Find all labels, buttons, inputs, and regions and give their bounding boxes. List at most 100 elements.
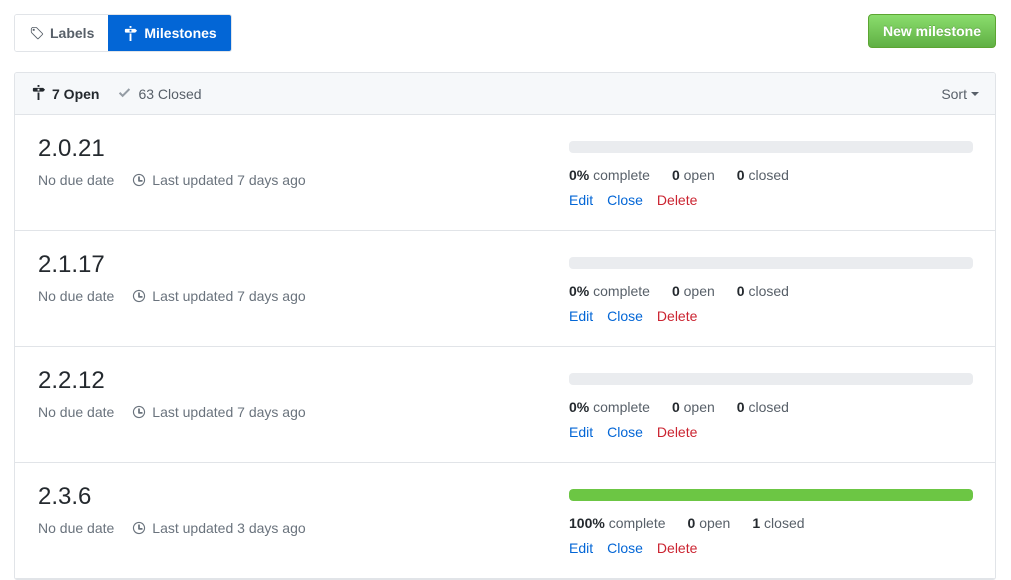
stat-closed-value: 1 <box>752 515 761 531</box>
stat-open-label: open <box>683 283 715 299</box>
stat-open-value: 0 <box>671 399 680 415</box>
milestone-title[interactable]: 2.0.21 <box>38 135 105 164</box>
stat-open: 0 open <box>688 515 731 531</box>
milestone-icon <box>31 84 46 103</box>
tag-icon <box>29 26 44 41</box>
close-milestone-link[interactable]: Close <box>607 540 643 556</box>
stat-closed-value: 0 <box>736 283 745 299</box>
stat-open-label: open <box>683 399 715 415</box>
milestone-meta: No due date Last updated 3 days ago <box>38 518 569 539</box>
milestone-due-date: No due date <box>38 403 115 420</box>
milestone-progress-area: 0% complete 0 open 0 closed Edit Close D… <box>569 251 979 324</box>
stat-open-label: open <box>699 515 731 531</box>
milestone-stats: 0% complete 0 open 0 closed <box>569 283 973 299</box>
milestone-actions: Edit Close Delete <box>569 192 973 208</box>
milestone-title[interactable]: 2.1.17 <box>38 251 105 280</box>
sort-label: Sort <box>941 85 967 102</box>
milestone-actions: Edit Close Delete <box>569 540 973 556</box>
milestone-meta: No due date Last updated 7 days ago <box>38 170 569 191</box>
close-milestone-link[interactable]: Close <box>607 308 643 324</box>
milestone-row: 2.0.21 No due date Last updated 7 days a… <box>15 115 995 231</box>
milestone-progress-area: 0% complete 0 open 0 closed Edit Close D… <box>569 135 979 208</box>
state-filters: 7 Open 63 Closed <box>31 84 202 103</box>
milestone-info: 2.2.12 No due date Last updated 7 days a… <box>31 367 569 423</box>
milestone-meta: No due date Last updated 7 days ago <box>38 402 569 423</box>
milestone-info: 2.0.21 No due date Last updated 7 days a… <box>31 135 569 191</box>
filter-open-milestones[interactable]: 7 Open <box>31 84 100 103</box>
edit-milestone-link[interactable]: Edit <box>569 308 593 324</box>
stat-open: 0 open <box>672 167 715 183</box>
milestone-due-date: No due date <box>38 287 115 304</box>
stat-open-value: 0 <box>671 283 680 299</box>
stat-open-value: 0 <box>671 167 680 183</box>
milestones-page: Labels Milestones New milestone 7 Open 6… <box>0 0 1011 580</box>
stat-closed-value: 0 <box>736 167 745 183</box>
milestone-progress-area: 0% complete 0 open 0 closed Edit Close D… <box>569 367 979 440</box>
stat-closed: 0 closed <box>737 283 789 299</box>
milestone-progress-area: 100% complete 0 open 1 closed Edit Close… <box>569 483 979 556</box>
edit-milestone-link[interactable]: Edit <box>569 424 593 440</box>
stat-complete-label: complete <box>608 515 666 531</box>
progress-bar-fill <box>569 489 973 501</box>
delete-milestone-link[interactable]: Delete <box>657 308 697 324</box>
filter-closed-milestones[interactable]: 63 Closed <box>117 85 202 103</box>
milestone-title[interactable]: 2.2.12 <box>38 367 105 396</box>
sort-dropdown[interactable]: Sort <box>941 86 979 102</box>
stat-complete: 0% complete <box>569 399 650 415</box>
progress-bar <box>569 257 973 269</box>
stat-closed-label: closed <box>748 399 789 415</box>
page-toolbar: Labels Milestones New milestone <box>14 14 996 54</box>
milestone-stats: 100% complete 0 open 1 closed <box>569 515 973 531</box>
milestones-list: 2.0.21 No due date Last updated 7 days a… <box>15 115 995 579</box>
milestone-last-updated: Last updated 7 days ago <box>152 287 306 304</box>
check-icon <box>117 85 132 103</box>
milestone-due-date: No due date <box>38 171 115 188</box>
milestone-row: 2.2.12 No due date Last updated 7 days a… <box>15 347 995 463</box>
progress-bar <box>569 141 973 153</box>
stat-complete-label: complete <box>593 399 650 415</box>
stat-complete-value: 0% <box>569 167 590 183</box>
milestone-icon <box>123 25 138 41</box>
tab-labels-label: Labels <box>50 25 95 41</box>
label-milestone-tabs: Labels Milestones <box>14 14 232 52</box>
stat-complete-value: 0% <box>569 283 590 299</box>
milestone-info: 2.1.17 No due date Last updated 7 days a… <box>31 251 569 307</box>
stat-complete: 0% complete <box>569 167 650 183</box>
chevron-down-icon <box>971 91 979 96</box>
new-milestone-button[interactable]: New milestone <box>867 14 996 48</box>
delete-milestone-link[interactable]: Delete <box>657 424 697 440</box>
stat-open: 0 open <box>672 399 715 415</box>
stat-closed: 1 closed <box>752 515 804 531</box>
milestones-container: 7 Open 63 Closed Sort 2.0.21 No due date… <box>14 72 996 580</box>
milestone-info: 2.3.6 No due date Last updated 3 days ag… <box>31 483 569 539</box>
stat-closed: 0 closed <box>737 399 789 415</box>
stat-complete-label: complete <box>593 283 650 299</box>
edit-milestone-link[interactable]: Edit <box>569 540 593 556</box>
stat-closed: 0 closed <box>737 167 789 183</box>
tab-labels[interactable]: Labels <box>15 15 109 51</box>
stat-open-value: 0 <box>687 515 696 531</box>
milestone-last-updated: Last updated 3 days ago <box>152 519 306 536</box>
filter-open-label: 7 Open <box>52 85 100 102</box>
milestone-actions: Edit Close Delete <box>569 424 973 440</box>
milestone-row: 2.3.6 No due date Last updated 3 days ag… <box>15 463 995 579</box>
progress-bar <box>569 489 973 501</box>
milestone-title[interactable]: 2.3.6 <box>38 483 91 512</box>
stat-complete-value: 0% <box>569 399 590 415</box>
close-milestone-link[interactable]: Close <box>607 192 643 208</box>
delete-milestone-link[interactable]: Delete <box>657 540 697 556</box>
milestone-meta: No due date Last updated 7 days ago <box>38 286 569 307</box>
delete-milestone-link[interactable]: Delete <box>657 192 697 208</box>
stat-complete-label: complete <box>593 167 650 183</box>
close-milestone-link[interactable]: Close <box>607 424 643 440</box>
tab-milestones[interactable]: Milestones <box>108 15 231 51</box>
clock-icon <box>132 405 146 419</box>
milestone-stats: 0% complete 0 open 0 closed <box>569 399 973 415</box>
milestone-last-updated: Last updated 7 days ago <box>152 403 306 420</box>
milestones-list-header: 7 Open 63 Closed Sort <box>15 73 995 115</box>
filter-closed-label: 63 Closed <box>138 85 202 102</box>
edit-milestone-link[interactable]: Edit <box>569 192 593 208</box>
stat-closed-label: closed <box>748 283 789 299</box>
stat-closed-value: 0 <box>736 399 745 415</box>
milestone-row: 2.1.17 No due date Last updated 7 days a… <box>15 231 995 347</box>
